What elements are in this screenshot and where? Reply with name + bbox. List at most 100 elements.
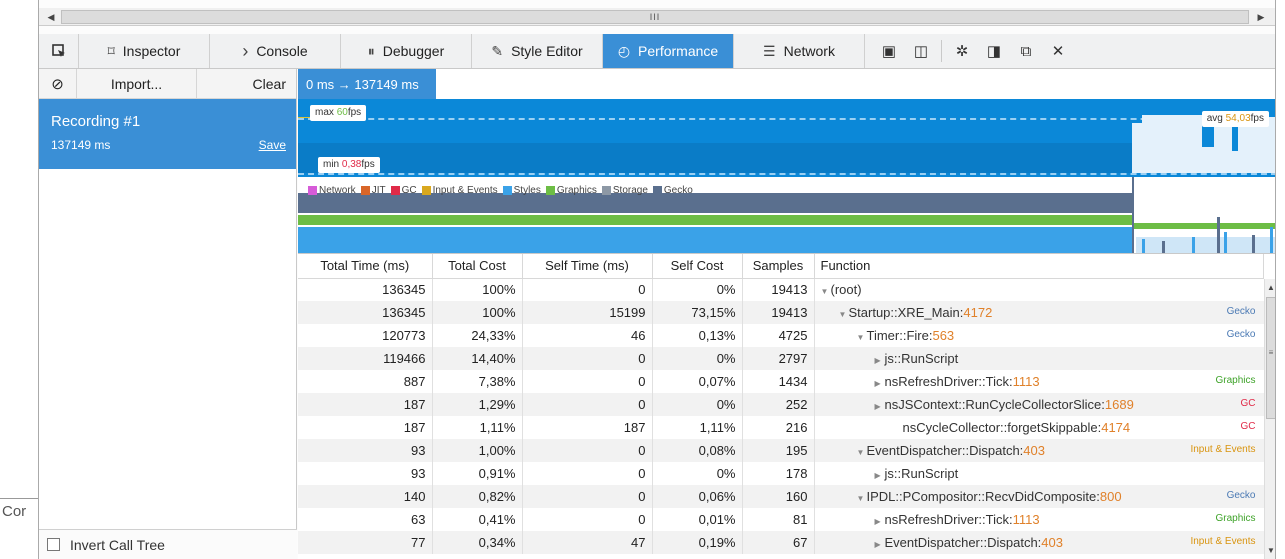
call-tree-table: Total Time (ms) Total Cost Self Time (ms… [298, 254, 1264, 554]
markers-tail [1132, 177, 1275, 253]
save-link[interactable]: Save [259, 138, 286, 152]
table-row[interactable]: 77 0,34% 47 0,19% 67 ▶ EventDispatcher::Dispat… [298, 531, 1264, 554]
framerate-graph[interactable]: max 60fps min 0,38fps avg 54,03fps [298, 99, 1275, 177]
scrollbar-thumb[interactable]: III [61, 10, 1249, 24]
max-line [298, 118, 1275, 120]
collapsed-twisty-icon[interactable]: ▶ [875, 517, 885, 526]
cell-samples: 19413 [742, 301, 815, 324]
table-row[interactable]: 63 0,41% 0 0,01% 81 ▶ nsRefreshDriver::Tick:11… [298, 508, 1264, 531]
cell-total: 187 [298, 416, 433, 439]
tab-label: Network [783, 43, 835, 59]
cell-cost: 24,33% [432, 324, 523, 347]
collapsed-twisty-icon[interactable]: ▶ [875, 379, 885, 388]
expanded-twisty-icon[interactable]: ▼ [857, 333, 867, 342]
collapsed-twisty-icon[interactable]: ▶ [875, 471, 885, 480]
vertical-scrollbar-thumb[interactable]: ≡ [1266, 297, 1275, 419]
category-label: Gecko [1226, 306, 1256, 317]
cell-self: 46 [522, 324, 653, 347]
cell-total: 77 [298, 531, 433, 554]
cell-function: nsCycleCollector::forgetSkippable:4174 GC [814, 416, 1264, 439]
element-picker-button[interactable] [39, 34, 79, 68]
call-tree: Total Time (ms) Total Cost Self Time (ms… [298, 253, 1275, 559]
legend-item: Gecko [652, 185, 693, 196]
cell-samples: 216 [742, 416, 815, 439]
function-line: 4172 [963, 305, 993, 320]
column-total-time[interactable]: Total Time (ms) [298, 254, 433, 279]
function-line: 1113 [1012, 512, 1040, 527]
column-function[interactable]: Function [814, 254, 1264, 279]
avg-fps-prefix: avg [1206, 113, 1223, 124]
expanded-twisty-icon[interactable]: ▼ [857, 448, 867, 457]
vertical-scrollbar[interactable]: ▲ ≡ ▼ [1264, 279, 1275, 559]
recordings-toolbar: ⊘ Import... Clear [39, 69, 296, 99]
clear-button[interactable]: Clear [197, 69, 296, 98]
split-console-button[interactable]: ▣ [873, 34, 905, 68]
scroll-down-icon[interactable]: ▼ [1265, 544, 1275, 558]
tab-console[interactable]: › Console [210, 34, 341, 68]
tab-label: Inspector [122, 43, 181, 59]
tab-performance[interactable]: ◴ Performance [603, 34, 734, 68]
tab-inspector[interactable]: ⌑ Inspector [79, 34, 210, 68]
devtools-panel: ◀ III ▶ ⌑ Inspector › Console ⏸ Debugger ✎ S… [38, 0, 1276, 559]
table-row[interactable]: 136345 100% 15199 73,15% 19413 ▼ Startup::XRE_… [298, 301, 1264, 324]
function-line: 1113 [1012, 374, 1040, 389]
scroll-right-icon[interactable]: ▶ [1253, 10, 1269, 24]
tab-network[interactable]: ☰ Network [734, 34, 865, 68]
recording-item[interactable]: Recording #1 137149 ms Save [39, 99, 296, 169]
settings-button[interactable]: ✲ [946, 34, 978, 68]
table-row[interactable]: 187 1,29% 0 0% 252 ▶ nsJSContext::RunCycleColl… [298, 393, 1264, 416]
table-row[interactable]: 119466 14,40% 0 0% 2797 ▶ js::RunScript [298, 347, 1264, 370]
table-row[interactable]: 93 1,00% 0 0,08% 195 ▼ EventDispatcher::Dispat… [298, 439, 1264, 462]
import-button[interactable]: Import... [77, 69, 197, 98]
category-label: GC [1240, 398, 1256, 409]
max-fps-label: max 60fps [310, 105, 367, 121]
table-row[interactable]: 887 7,38% 0 0,07% 1434 ▶ nsRefreshDriver::Tick… [298, 370, 1264, 393]
close-button[interactable]: ✕ [1042, 34, 1074, 68]
collapsed-twisty-icon[interactable]: ▶ [875, 356, 885, 365]
table-row[interactable]: 120773 24,33% 46 0,13% 4725 ▼ Timer::Fire:563 G… [298, 324, 1264, 347]
style-editor-icon: ✎ [491, 42, 504, 59]
record-button[interactable]: ⊘ [39, 69, 77, 98]
expanded-twisty-icon[interactable]: ▼ [839, 310, 849, 319]
horizontal-scrollbar[interactable]: ◀ III ▶ [39, 8, 1275, 26]
cell-selfcost: 0,06% [652, 485, 743, 508]
table-row[interactable]: 93 0,91% 0 0% 178 ▶ js::RunScript [298, 462, 1264, 485]
expanded-twisty-icon[interactable]: ▼ [857, 494, 867, 503]
function-name: (root) [830, 282, 862, 298]
expanded-twisty-icon[interactable]: ▼ [821, 287, 831, 296]
undock-button[interactable]: ⧉ [1010, 34, 1042, 68]
scroll-left-icon[interactable]: ◀ [43, 10, 59, 24]
table-row[interactable]: 136345 100% 0 0% 19413 ▼ (root) [298, 278, 1264, 301]
cell-cost: 0,41% [432, 508, 523, 531]
collapsed-twisty-icon[interactable]: ▶ [875, 402, 885, 411]
function-name: EventDispatcher::Dispatch: [866, 443, 1024, 458]
responsive-mode-icon: ◫ [913, 43, 929, 60]
cell-samples: 178 [742, 462, 815, 485]
cell-self: 15199 [522, 301, 653, 324]
recording-title: Recording #1 [51, 113, 141, 130]
min-fps-prefix: min [323, 159, 340, 170]
scroll-up-icon[interactable]: ▲ [1265, 281, 1275, 295]
dock-side-button[interactable]: ◨ [978, 34, 1010, 68]
avg-fps-unit: fps [1250, 113, 1264, 124]
tab-debugger[interactable]: ⏸ Debugger [341, 34, 472, 68]
avg-fps-label: avg 54,03fps [1201, 111, 1269, 127]
column-samples[interactable]: Samples [742, 254, 815, 279]
network-icon: ☰ [763, 42, 776, 59]
max-fps-value: 60 [336, 107, 348, 118]
invert-call-tree-option[interactable]: Invert Call Tree [39, 529, 297, 559]
avg-marker-line [298, 117, 310, 118]
cell-samples: 2797 [742, 347, 815, 370]
cell-cost: 7,38% [432, 370, 523, 393]
column-self-cost[interactable]: Self Cost [652, 254, 743, 279]
markers-overview[interactable]: Network JIT GC Input & Events Styles Graphics… [298, 177, 1275, 253]
collapsed-twisty-icon[interactable]: ▶ [875, 540, 885, 549]
responsive-mode-button[interactable]: ◫ [905, 34, 937, 68]
column-total-cost[interactable]: Total Cost [432, 254, 523, 279]
table-row[interactable]: 187 1,11% 187 1,11% 216 nsCycleCollector::for… [298, 416, 1264, 439]
cell-function: ▶ js::RunScript [814, 462, 1264, 485]
column-self-time[interactable]: Self Time (ms) [522, 254, 653, 279]
tab-style-editor[interactable]: ✎ Style Editor [472, 34, 603, 68]
table-row[interactable]: 140 0,82% 0 0,06% 160 ▼ IPDL::PCompositor::Rec… [298, 485, 1264, 508]
invert-call-tree-checkbox[interactable] [47, 538, 60, 551]
